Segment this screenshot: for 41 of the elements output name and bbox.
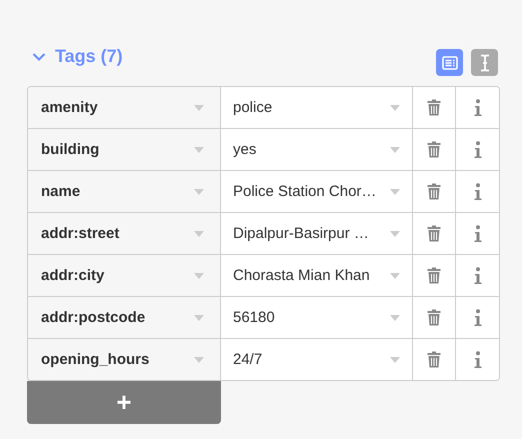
dropdown-caret-icon bbox=[194, 272, 204, 278]
dropdown-caret-icon bbox=[194, 356, 204, 362]
key-field[interactable]: addr:city bbox=[28, 255, 221, 296]
dropdown-caret-icon bbox=[194, 188, 204, 194]
trash-icon bbox=[427, 351, 441, 368]
dropdown-caret-icon bbox=[390, 146, 400, 152]
key-field[interactable]: addr:street bbox=[28, 213, 221, 254]
info-icon bbox=[474, 98, 482, 116]
text-cursor-icon bbox=[478, 54, 490, 72]
trash-icon bbox=[427, 99, 441, 116]
info-icon bbox=[474, 224, 482, 242]
info-icon bbox=[474, 308, 482, 326]
dropdown-caret-icon bbox=[390, 314, 400, 320]
dropdown-caret-icon bbox=[390, 230, 400, 236]
dropdown-caret-icon bbox=[194, 104, 204, 110]
dropdown-caret-icon bbox=[390, 272, 400, 278]
key-field[interactable]: opening_hours bbox=[28, 339, 221, 380]
info-icon bbox=[474, 350, 482, 368]
text-view-button[interactable] bbox=[471, 49, 498, 76]
trash-icon bbox=[427, 225, 441, 242]
add-tag-button[interactable]: + bbox=[27, 381, 221, 424]
list-view-button[interactable] bbox=[436, 49, 463, 76]
dropdown-caret-icon bbox=[390, 356, 400, 362]
dropdown-caret-icon bbox=[194, 230, 204, 236]
trash-icon bbox=[427, 183, 441, 200]
key-field[interactable]: amenity bbox=[28, 87, 221, 128]
key-field[interactable]: addr:postcode bbox=[28, 297, 221, 338]
dropdown-caret-icon bbox=[390, 104, 400, 110]
key-field[interactable]: building bbox=[28, 129, 221, 170]
trash-icon bbox=[427, 267, 441, 284]
key-field[interactable]: name bbox=[28, 171, 221, 212]
trash-icon bbox=[427, 141, 441, 158]
trash-icon bbox=[427, 309, 441, 326]
chevron-icon bbox=[32, 52, 46, 62]
info-icon bbox=[474, 182, 482, 200]
dropdown-caret-icon bbox=[194, 314, 204, 320]
info-icon bbox=[474, 140, 482, 158]
dropdown-caret-icon bbox=[390, 188, 400, 194]
dropdown-caret-icon bbox=[194, 146, 204, 152]
info-icon bbox=[474, 266, 482, 284]
list-icon bbox=[442, 56, 458, 70]
